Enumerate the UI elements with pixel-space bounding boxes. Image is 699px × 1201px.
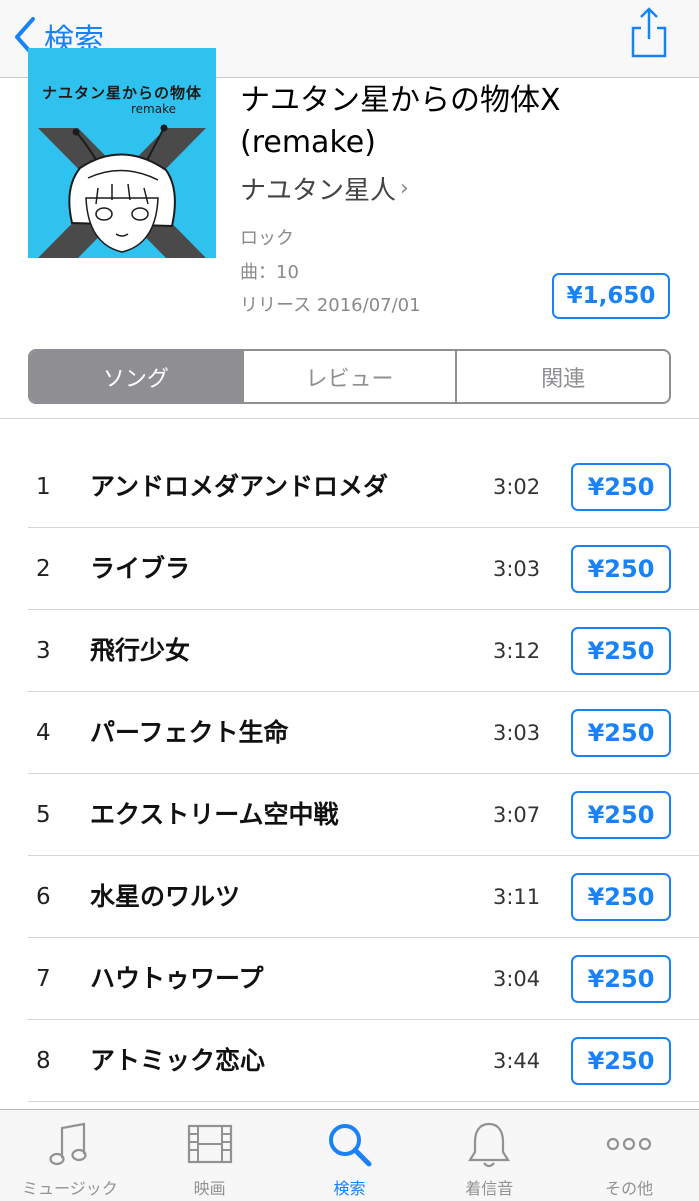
track-row[interactable]: 2 ライブラ 3:03 ¥250	[0, 528, 699, 610]
tab-search[interactable]: 検索	[280, 1110, 420, 1201]
track-title: 水星のワルツ	[90, 882, 241, 911]
track-row[interactable]: 8 アトミック恋心 3:44 ¥250	[0, 1020, 699, 1102]
more-icon	[606, 1137, 652, 1151]
track-duration: 3:44	[493, 1049, 541, 1073]
album-genre: ロック	[240, 228, 294, 249]
track-number: 8	[36, 1048, 51, 1074]
track-row[interactable]: 7 ハウトゥワープ 3:04 ¥250	[0, 938, 699, 1020]
track-title: エクストリーム空中戦	[90, 800, 339, 829]
tab-ringtones[interactable]: 着信音	[419, 1110, 559, 1201]
track-number: 7	[36, 966, 51, 992]
music-note-icon	[49, 1122, 87, 1166]
tab-label: その他	[605, 1179, 654, 1198]
track-row[interactable]: 4 パーフェクト生命 3:03 ¥250	[0, 692, 699, 774]
track-title: 飛行少女	[90, 636, 191, 665]
track-duration: 3:04	[493, 967, 541, 991]
track-number: 1	[36, 474, 51, 500]
album-price-button[interactable]: ¥1,650	[552, 273, 670, 319]
track-number: 3	[36, 638, 51, 664]
track-price-button[interactable]: ¥250	[571, 709, 671, 757]
track-duration: 3:11	[493, 885, 541, 909]
artwork-illustration	[38, 124, 206, 258]
share-button[interactable]	[629, 6, 669, 58]
track-title: ハウトゥワープ	[90, 964, 264, 993]
track-price-button[interactable]: ¥250	[571, 791, 671, 839]
album-artwork[interactable]: ナユタン星からの物体 remake	[28, 48, 216, 258]
track-price-button[interactable]: ¥250	[571, 627, 671, 675]
track-price-button[interactable]: ¥250	[571, 545, 671, 593]
track-title: パーフェクト生命	[90, 718, 289, 747]
bell-icon	[468, 1122, 511, 1168]
tab-more[interactable]: その他	[559, 1110, 699, 1201]
segment-reviews[interactable]: レビュー	[241, 351, 456, 402]
track-price-button[interactable]: ¥250	[571, 1037, 671, 1085]
track-row[interactable]: 6 水星のワルツ 3:11 ¥250	[0, 856, 699, 938]
segment-related[interactable]: 関連	[455, 351, 669, 402]
segment-songs[interactable]: ソング	[30, 351, 242, 402]
artwork-subtitle: remake	[131, 102, 176, 116]
track-row[interactable]: 1 アンドロメダアンドロメダ 3:02 ¥250	[0, 446, 699, 528]
track-duration: 3:07	[493, 803, 541, 827]
tab-movies[interactable]: 映画	[140, 1110, 280, 1201]
track-price-button[interactable]: ¥250	[571, 873, 671, 921]
track-number: 4	[36, 720, 51, 746]
artist-link[interactable]: ナユタン星人 ›	[240, 168, 409, 208]
tab-label: 検索	[333, 1179, 366, 1198]
album-title: ナユタン星からの物体X (remake)	[240, 83, 561, 160]
track-row[interactable]: 3 飛行少女 3:12 ¥250	[0, 610, 699, 692]
artist-name: ナユタン星人	[240, 175, 397, 206]
album-release-date: リリース 2016/07/01	[240, 295, 421, 316]
section-divider	[0, 418, 699, 419]
artwork-title: ナユタン星からの物体	[41, 84, 202, 102]
film-icon	[187, 1124, 232, 1164]
chevron-right-icon: ›	[400, 175, 409, 201]
search-icon	[329, 1124, 372, 1167]
track-duration: 3:02	[493, 475, 541, 499]
track-duration: 3:12	[493, 639, 541, 663]
track-number: 5	[36, 802, 51, 828]
segmented-control: ソング レビュー 関連	[28, 349, 671, 404]
tab-label: ミュージック	[22, 1179, 118, 1198]
track-list: 1 アンドロメダアンドロメダ 3:02 ¥250 2 ライブラ 3:03 ¥25…	[0, 446, 699, 1102]
tab-label: 映画	[193, 1179, 226, 1198]
track-duration: 3:03	[493, 721, 541, 745]
tab-music[interactable]: ミュージック	[0, 1110, 140, 1201]
track-number: 2	[36, 556, 51, 582]
share-icon	[631, 7, 667, 58]
tab-label: 着信音	[465, 1179, 514, 1198]
track-title: アトミック恋心	[90, 1046, 266, 1075]
album-track-count: 曲：10	[240, 262, 299, 283]
track-title: ライブラ	[90, 554, 191, 583]
track-number: 6	[36, 884, 51, 910]
track-price-button[interactable]: ¥250	[571, 463, 671, 511]
track-row[interactable]: 5 エクストリーム空中戦 3:07 ¥250	[0, 774, 699, 856]
track-price-button[interactable]: ¥250	[571, 955, 671, 1003]
tab-bar: ミュージック 映画 検索 着信音 その他	[0, 1109, 699, 1201]
track-duration: 3:03	[493, 557, 541, 581]
track-title: アンドロメダアンドロメダ	[90, 472, 389, 501]
